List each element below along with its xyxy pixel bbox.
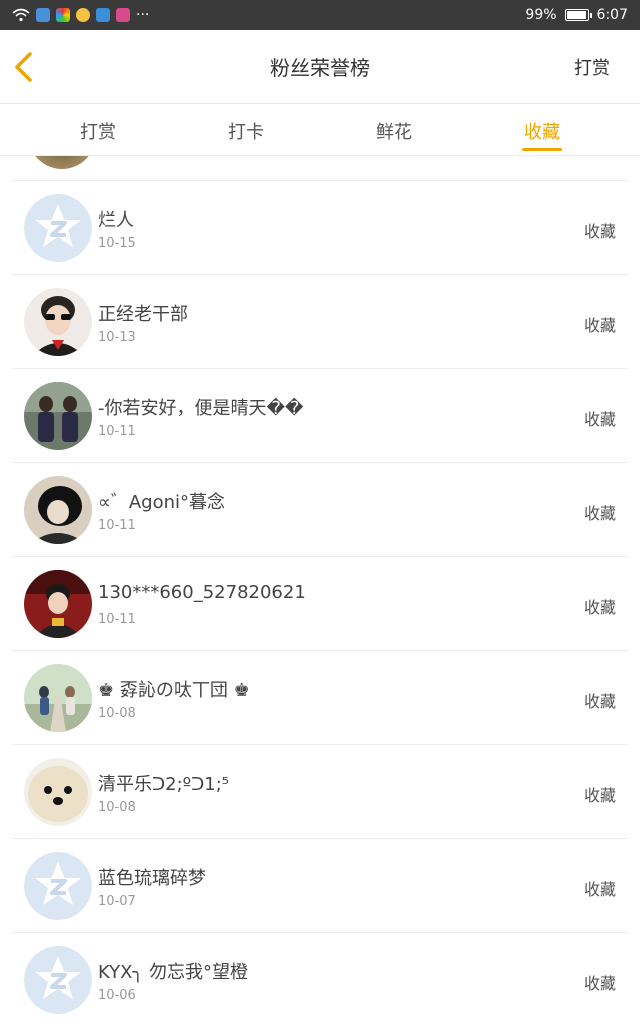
- favorite-label: 收藏: [583, 504, 616, 523]
- list-item[interactable]: 130***660_527820621 10-11 收藏: [12, 556, 628, 650]
- item-date: 10-11: [98, 424, 136, 439]
- favorite-label: 收藏: [583, 880, 616, 899]
- user-name: 正经老干部: [98, 304, 188, 325]
- list-item[interactable]: KYX╮ 勿忘我°望橙 10-06 收藏: [12, 932, 628, 1024]
- favorite-label: 收藏: [583, 316, 616, 335]
- app-icon: [116, 8, 130, 22]
- user-name: ♚ 孬訫の呔丅団 ♚: [98, 680, 250, 701]
- page-title: 粉丝荣誉榜: [270, 56, 370, 80]
- clock: 6:07: [596, 7, 628, 23]
- list-item[interactable]: 清平乐ᑐ2;ºᑐ1;⁵ 10-08 收藏: [12, 744, 628, 838]
- default-avatar-icon: [24, 946, 92, 1014]
- favorite-label: 收藏: [583, 786, 616, 805]
- item-date: 10-06: [98, 988, 136, 1003]
- user-name: -你若安好，便是晴天��: [98, 398, 304, 419]
- tab-checkin[interactable]: 打卡: [172, 104, 320, 155]
- favorite-label: 收藏: [583, 692, 616, 711]
- favorite-label: 收藏: [583, 598, 616, 617]
- list-item[interactable]: -你若安好，便是晴天�� 10-11 收藏: [12, 368, 628, 462]
- favorite-label: 收藏: [583, 974, 616, 993]
- avatar: [24, 570, 92, 638]
- item-date: 10-15: [98, 236, 136, 251]
- list-item[interactable]: ♚ 孬訫の呔丅団 ♚ 10-08 收藏: [12, 650, 628, 744]
- battery-percent: 99%: [525, 7, 557, 23]
- status-icons: ···: [12, 7, 149, 23]
- item-date: 10-07: [98, 894, 136, 909]
- chevron-left-icon: [15, 52, 32, 82]
- default-avatar-icon: [24, 194, 92, 262]
- item-date: 10-08: [98, 706, 136, 721]
- tab-reward[interactable]: 打赏: [24, 104, 172, 155]
- favorite-label: 收藏: [583, 222, 616, 241]
- back-button[interactable]: [10, 50, 38, 84]
- user-name: 烂人: [98, 210, 134, 231]
- list-item[interactable]: 蓝色琉璃碎梦 10-07 收藏: [12, 838, 628, 932]
- avatar: [24, 758, 92, 826]
- fan-list: 烂人 10-15 收藏 正经老干部 10-13 收藏 -你若安好，便是晴天�� …: [12, 156, 628, 1024]
- tab-favorites[interactable]: 收藏: [468, 104, 616, 155]
- app-icon: [96, 8, 110, 22]
- header: 粉丝荣誉榜 打赏: [0, 30, 640, 104]
- avatar: [24, 288, 92, 356]
- list-item[interactable]: 正经老干部 10-13 收藏: [12, 274, 628, 368]
- list-item[interactable]: ∝゛Agoni°暮念 10-11 收藏: [12, 462, 628, 556]
- battery-icon: [564, 9, 592, 21]
- user-name: 蓝色琉璃碎梦: [98, 868, 206, 889]
- wifi-icon: [12, 8, 30, 22]
- item-date: 10-13: [98, 330, 136, 345]
- favorite-label: 收藏: [583, 410, 616, 429]
- app-icon: [56, 8, 70, 22]
- user-name: ∝゛Agoni°暮念: [98, 492, 226, 513]
- user-name: 清平乐ᑐ2;ºᑐ1;⁵: [98, 774, 230, 795]
- tab-bar: 打赏 打卡 鲜花 收藏: [0, 104, 640, 156]
- list-item[interactable]: 烂人 10-15 收藏: [12, 180, 628, 274]
- item-date: 10-08: [98, 800, 136, 815]
- reward-button[interactable]: 打赏: [574, 54, 610, 80]
- app-icon: [36, 8, 50, 22]
- status-bar: ··· 99% 6:07: [0, 0, 640, 30]
- item-date: 10-11: [98, 612, 136, 627]
- avatar: [24, 476, 92, 544]
- app-icon: [76, 8, 90, 22]
- item-date: 10-11: [98, 518, 136, 533]
- avatar: [24, 382, 92, 450]
- tab-flowers[interactable]: 鲜花: [320, 104, 468, 155]
- avatar: [28, 156, 96, 169]
- default-avatar-icon: [24, 852, 92, 920]
- user-name: 130***660_527820621: [98, 582, 306, 603]
- avatar: [24, 664, 92, 732]
- more-notifications: ···: [136, 7, 150, 23]
- user-name: KYX╮ 勿忘我°望橙: [98, 962, 249, 983]
